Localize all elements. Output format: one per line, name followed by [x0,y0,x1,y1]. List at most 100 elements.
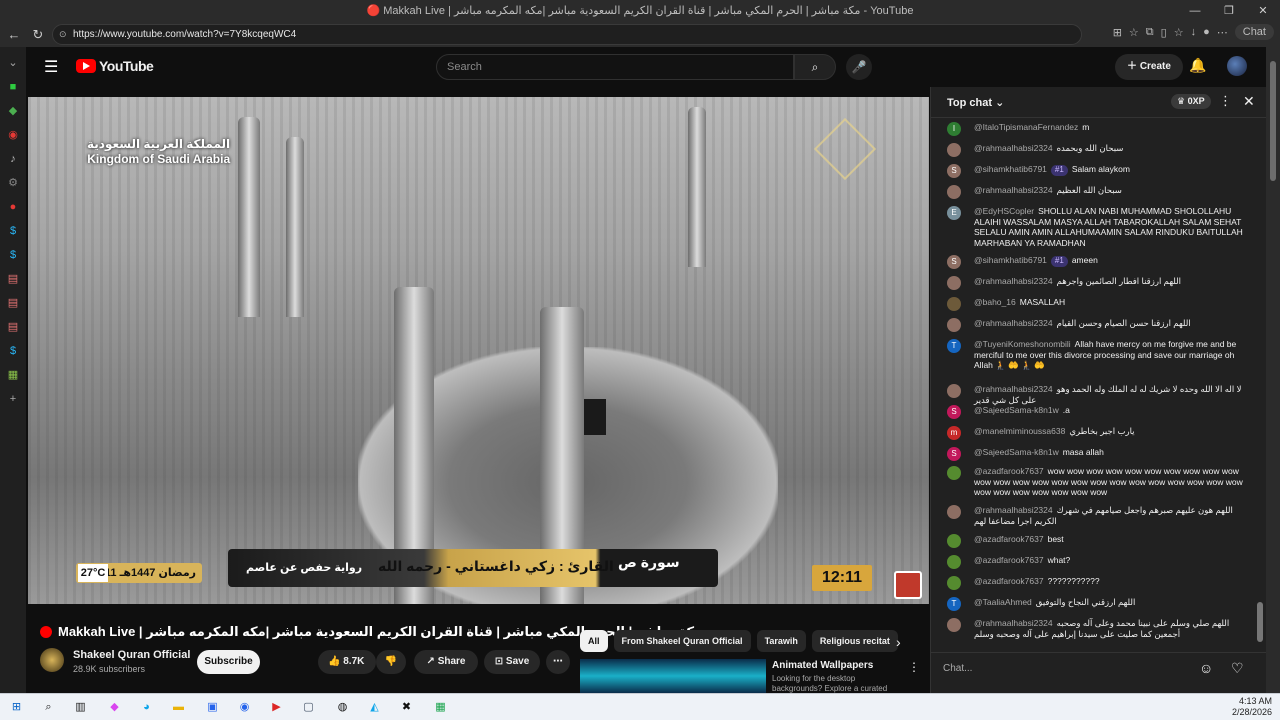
app-icon[interactable]: $ [6,341,20,361]
app-icon[interactable]: ▦ [432,699,449,716]
settings-icon[interactable]: ⚙ [6,173,20,193]
app-icon[interactable]: $ [6,245,20,265]
chat-avatar[interactable]: T [947,597,961,611]
channel-name[interactable]: Shakeel Quran Official [73,649,190,661]
chat-avatar[interactable]: S [947,255,961,269]
chat-avatar[interactable]: I [947,122,961,136]
chat-author[interactable]: @rahmaalhabsi2324 [974,505,1053,515]
task-view-icon[interactable]: ▥ [72,699,89,716]
app-icon[interactable]: ▢ [300,699,317,716]
favorite-icon[interactable]: ☆ [1129,26,1139,39]
dislike-button[interactable]: 👎 [376,650,406,674]
chat-author[interactable]: @ItaloTipismanaFernandez [974,122,1078,132]
youtube-app-icon[interactable]: ▶ [268,699,285,716]
chat-avatar[interactable] [947,618,961,632]
chat-avatar[interactable] [947,276,961,290]
heart-icon[interactable]: ♡ [1231,660,1244,677]
app-icon[interactable]: $ [6,221,20,241]
chat-avatar[interactable] [947,318,961,332]
audio-icon[interactable]: ♪ [6,149,20,169]
search-button[interactable]: ⌕ [794,54,836,80]
app-icon[interactable]: ◍ [334,699,351,716]
subscribe-button[interactable]: Subscribe [197,650,260,674]
extensions-icon[interactable]: ⧉ [1146,26,1154,39]
top-chat-dropdown[interactable]: Top chat ⌄ [947,96,1004,109]
chat-author[interactable]: @manelmiminoussa638 [974,426,1065,436]
maximize-icon[interactable]: ❐ [1212,0,1246,22]
copilot-icon[interactable]: ◆ [106,699,123,716]
chat-avatar[interactable] [947,505,961,519]
chat-avatar[interactable] [947,576,961,590]
record-icon[interactable]: ◉ [6,125,20,145]
collapse-icon[interactable]: ⌄ [6,53,20,73]
create-button[interactable]: ＋ Create [1115,54,1183,80]
chat-author[interactable]: @sihamkhatib6791 [974,255,1047,265]
app-icon[interactable]: ▦ [6,365,20,385]
chat-scroll-thumb[interactable] [1257,602,1263,642]
chat-scrollbar[interactable] [1257,122,1263,642]
account-avatar[interactable] [1227,56,1247,76]
page-scroll-thumb[interactable] [1270,61,1276,181]
chat-avatar[interactable] [947,555,961,569]
chat-author[interactable]: @SajeedSama-k8n1w [974,447,1059,457]
chat-author[interactable]: @SajeedSama-k8n1w [974,405,1059,415]
like-button[interactable]: 👍 8.7K [318,650,376,674]
app-icon[interactable]: ▤ [6,317,20,337]
page-scrollbar[interactable] [1266,47,1280,693]
profile-icon[interactable]: ● [1203,26,1210,38]
chat-avatar[interactable] [947,185,961,199]
search-icon[interactable]: ⌕ [40,699,57,716]
chat-author[interactable]: @rahmaalhabsi2324 [974,318,1053,328]
points-badge[interactable]: ♛ 0XP [1171,94,1211,109]
chat-avatar[interactable] [947,143,961,157]
minimize-icon[interactable]: — [1178,0,1212,22]
chip-tarawih[interactable]: Tarawih [756,630,806,652]
reload-icon[interactable]: ↻ [26,27,50,43]
chat-author[interactable]: @azadfarook7637 [974,534,1044,544]
add-icon[interactable]: + [6,389,20,409]
save-button[interactable]: ⊡ Save [484,650,540,674]
chat-avatar[interactable]: S [947,447,961,461]
url-field[interactable]: ⊙ https://www.youtube.com/watch?v=7Y8kcq… [52,24,1082,45]
chat-avatar[interactable]: T [947,339,961,353]
chip-all[interactable]: All [580,630,608,652]
chat-avatar[interactable]: S [947,405,961,419]
edge-icon[interactable]: ◕ [138,699,155,716]
store-icon[interactable]: ▣ [204,699,221,716]
more-actions-button[interactable]: ⋯ [546,650,570,674]
chat-avatar[interactable]: E [947,206,961,220]
chat-author[interactable]: @rahmaalhabsi2324 [974,276,1053,286]
back-icon[interactable]: ← [2,27,26,42]
app-icon[interactable]: ◭ [366,699,383,716]
copilot-chat-button[interactable]: Chat [1234,24,1274,40]
chat-author[interactable]: @TuyeniKomeshonombili [974,339,1071,349]
notifications-bell-icon[interactable]: 🔔 [1189,57,1206,74]
app-icon[interactable]: ● [6,197,20,217]
video-player[interactable]: المملكة العربية السعودية Kingdom of Saud… [28,97,929,604]
chat-author[interactable]: @sihamkhatib6791 [974,164,1047,174]
install-app-icon[interactable]: ⊞ [1113,26,1122,39]
search-input[interactable]: Search [436,54,794,80]
file-explorer-icon[interactable]: ▬ [170,699,187,716]
downloads-icon[interactable]: ↓ [1191,26,1197,38]
app-icon[interactable]: ■ [6,77,20,97]
system-clock[interactable]: 4:13 AM 2/28/2026 [1232,696,1272,718]
chip-religious[interactable]: Religious recitat [811,630,898,652]
chat-more-icon[interactable]: ⋮ [1219,93,1232,109]
chat-avatar[interactable] [947,466,961,480]
chip-from-channel[interactable]: From Shakeel Quran Official [613,630,751,652]
more-icon[interactable]: ⋯ [1217,26,1228,39]
chat-author[interactable]: @TaaliaAhmed [974,597,1032,607]
windows-start-icon[interactable]: ⊞ [8,699,25,716]
close-chat-icon[interactable]: ✕ [1243,93,1255,110]
recommendation-thumbnail[interactable] [580,659,766,693]
chat-author[interactable]: @azadfarook7637 [974,466,1044,476]
chat-author[interactable]: @rahmaalhabsi2324 [974,384,1053,394]
share-button[interactable]: ↗ Share [414,650,478,674]
chat-avatar[interactable] [947,384,961,398]
favorites-icon[interactable]: ☆ [1174,26,1184,39]
chat-input[interactable]: Chat... [943,663,1193,674]
voice-search-icon[interactable]: 🎤 [846,54,872,80]
site-info-icon[interactable]: ⊙ [59,25,67,44]
youtube-logo[interactable]: YouTube [76,58,154,74]
